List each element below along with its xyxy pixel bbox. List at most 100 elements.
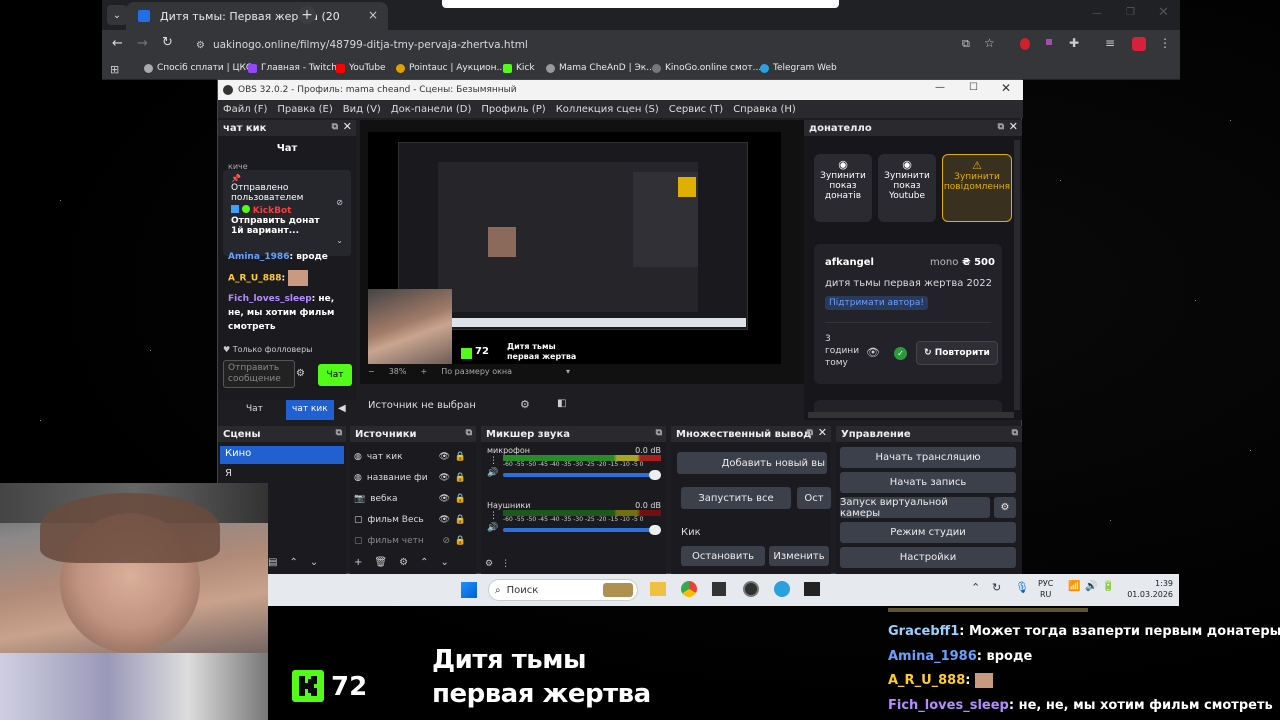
menu-scene-collection[interactable]: Коллекция сцен (S) (556, 104, 659, 115)
speaker-icon[interactable]: 🔊 (487, 523, 498, 533)
dock-float-icon[interactable]: ⧉ (807, 428, 813, 438)
horizontal-scrollbar[interactable] (808, 412, 1014, 418)
add-source-icon[interactable]: + (354, 557, 362, 568)
extension-red-icon[interactable] (1020, 38, 1030, 50)
dock-float-icon[interactable]: ⧉ (332, 122, 338, 132)
repeat-button[interactable]: ↻ Повторити (916, 341, 998, 365)
file-explorer-icon[interactable] (650, 582, 666, 596)
start-windows-icon[interactable] (461, 582, 477, 598)
bookmark-item[interactable]: Telegram Web (760, 63, 837, 73)
obs-close-icon[interactable]: ✕ (1001, 81, 1011, 95)
bookmark-item[interactable]: Pointauc | Аукцион... (396, 63, 505, 73)
start-streaming-button[interactable]: Начать трансляцию (840, 447, 1016, 468)
source-item[interactable]: 📷 вебка 👁 🔒 (354, 488, 470, 509)
menu-profile[interactable]: Профиль (P) (481, 104, 545, 115)
bookmark-star-icon[interactable]: ☆ (984, 36, 995, 50)
menu-tools[interactable]: Сервис (T) (669, 104, 723, 115)
zoom-out-icon[interactable]: − (368, 367, 375, 376)
minimize-icon[interactable]: — (1092, 8, 1102, 19)
mixer-menu-icon[interactable]: ⋮ (501, 559, 510, 569)
visibility-eye-icon[interactable]: 👁 (439, 494, 450, 504)
volume-slider[interactable] (503, 473, 661, 477)
tab-close-icon[interactable]: × (368, 8, 378, 22)
new-tab-button[interactable]: + (298, 6, 316, 24)
move-down-icon[interactable]: ⌄ (310, 557, 318, 568)
volume-icon[interactable]: 🔊 (1085, 581, 1097, 592)
tab-kick-chat[interactable]: чат кик (286, 400, 334, 420)
bookmark-item[interactable]: KinoGo.online смот... (652, 63, 761, 73)
studio-mode-button[interactable]: Режим студии (840, 522, 1016, 543)
move-up-icon[interactable]: ⌃ (420, 557, 428, 568)
media-controls-icon[interactable]: ≡ (1105, 36, 1115, 50)
stop-donations-button[interactable]: ◉ Зупинити показ донатів (814, 154, 872, 222)
unpin-icon[interactable]: ⊘ (336, 198, 343, 207)
hidden-eye-icon[interactable]: ⊘ (442, 536, 450, 546)
add-output-button[interactable]: Добавить новый вы (677, 452, 827, 474)
menu-file[interactable]: Файл (F) (223, 104, 267, 115)
extensions-puzzle-icon[interactable]: ✚ (1069, 36, 1079, 50)
dock-float-icon[interactable]: ⧉ (466, 428, 472, 438)
address-bar[interactable]: ⚙ uakinogo.online/filmy/48799-ditja-tmy-… (186, 33, 1006, 57)
remove-source-icon[interactable]: 🗑 (374, 557, 387, 568)
dock-close-icon[interactable]: ✕ (1009, 120, 1018, 133)
visibility-eye-icon[interactable]: 👁 (439, 515, 450, 525)
reload-icon[interactable]: ↻ (162, 35, 173, 50)
lock-icon[interactable]: 🔒 (455, 515, 466, 525)
fit-dropdown-icon[interactable]: ▾ (566, 367, 570, 376)
chat-settings-icon[interactable]: ⚙ (296, 368, 305, 379)
source-settings-icon[interactable]: ⚙ (399, 557, 408, 568)
maximize-icon[interactable]: ❐ (1126, 7, 1135, 18)
visibility-eye-icon[interactable]: 👁 (439, 473, 450, 483)
battery-icon[interactable]: 🔋 (1102, 581, 1114, 592)
preview-area[interactable]: 72 Дитя тьмы первая жертва − 38% + По ра… (360, 120, 814, 384)
source-filters-icon[interactable]: ◧ (557, 398, 566, 409)
scene-item-kino[interactable]: Кино (220, 446, 344, 464)
menu-docks[interactable]: Док-панели (D) (391, 104, 472, 115)
visibility-eye-icon[interactable]: 👁 (439, 452, 450, 462)
dock-float-icon[interactable]: ⧉ (336, 428, 342, 438)
approved-check-icon[interactable]: ✓ (894, 347, 907, 360)
move-down-icon[interactable]: ⌄ (440, 557, 448, 568)
support-author-link[interactable]: Підтримати автора! (825, 296, 928, 310)
virtual-camera-settings-icon[interactable]: ⚙ (994, 497, 1016, 518)
zoom-in-icon[interactable]: + (420, 367, 427, 376)
extension-small-icon[interactable] (1046, 39, 1052, 45)
view-eye-icon[interactable]: 👁 (866, 346, 880, 359)
lock-icon[interactable]: 🔒 (455, 494, 466, 504)
source-item[interactable]: ◍ чат кик 👁 🔒 (354, 446, 470, 467)
bookmark-item[interactable]: Главная - Twitch (248, 63, 337, 73)
wifi-icon[interactable]: 📶 (1068, 581, 1080, 592)
source-item[interactable]: ▢ фильм четн ⊘ 🔒 (354, 530, 470, 551)
bookmark-item[interactable]: Спосіб сплати | ЦКС (144, 63, 252, 73)
expand-chevron-icon[interactable]: ⌄ (336, 236, 343, 245)
vertical-scrollbar[interactable] (1014, 140, 1020, 410)
source-item[interactable]: ▢ фильм Весь 👁 🔒 (354, 509, 470, 530)
lock-icon[interactable]: 🔒 (455, 473, 466, 483)
obs-maximize-icon[interactable]: ☐ (969, 82, 978, 93)
chrome-icon[interactable] (681, 581, 697, 597)
chat-nick[interactable]: A_R_U_888 (228, 274, 282, 284)
stop-all-button[interactable]: Ост (797, 487, 831, 509)
source-item[interactable]: ◍ название фи 👁 🔒 (354, 467, 470, 488)
bookmark-item[interactable]: YouTube (336, 63, 386, 73)
dock-float-icon[interactable]: ⧉ (1012, 428, 1018, 438)
tab-chat[interactable]: Чат (246, 404, 263, 414)
source-properties-icon[interactable]: ⚙ (520, 398, 530, 411)
telegram-taskbar-icon[interactable] (774, 581, 790, 597)
send-chat-button[interactable]: Чат (318, 364, 352, 386)
chrome-menu-icon[interactable]: ⋮ (1159, 36, 1171, 50)
obs-taskbar-icon[interactable] (743, 581, 759, 597)
tab-scroll-left-icon[interactable]: ◀ (338, 403, 346, 414)
obs-minimize-icon[interactable]: — (935, 82, 945, 93)
back-icon[interactable]: ← (112, 36, 123, 51)
language-indicator[interactable]: РУС RU (1038, 578, 1053, 600)
chat-nick[interactable]: Amina_1986 (228, 252, 289, 262)
apps-grid-icon[interactable]: ⊞ (110, 63, 119, 76)
tray-chevron-icon[interactable]: ⌃ (971, 581, 980, 594)
menu-view[interactable]: Вид (V) (343, 104, 381, 115)
terminal-icon[interactable] (804, 582, 820, 596)
dock-close-icon[interactable]: ✕ (818, 426, 827, 439)
dock-float-icon[interactable]: ⧉ (656, 428, 662, 438)
channel-menu-icon[interactable]: ⋮ (489, 511, 498, 521)
lock-icon[interactable]: 🔒 (455, 536, 466, 546)
